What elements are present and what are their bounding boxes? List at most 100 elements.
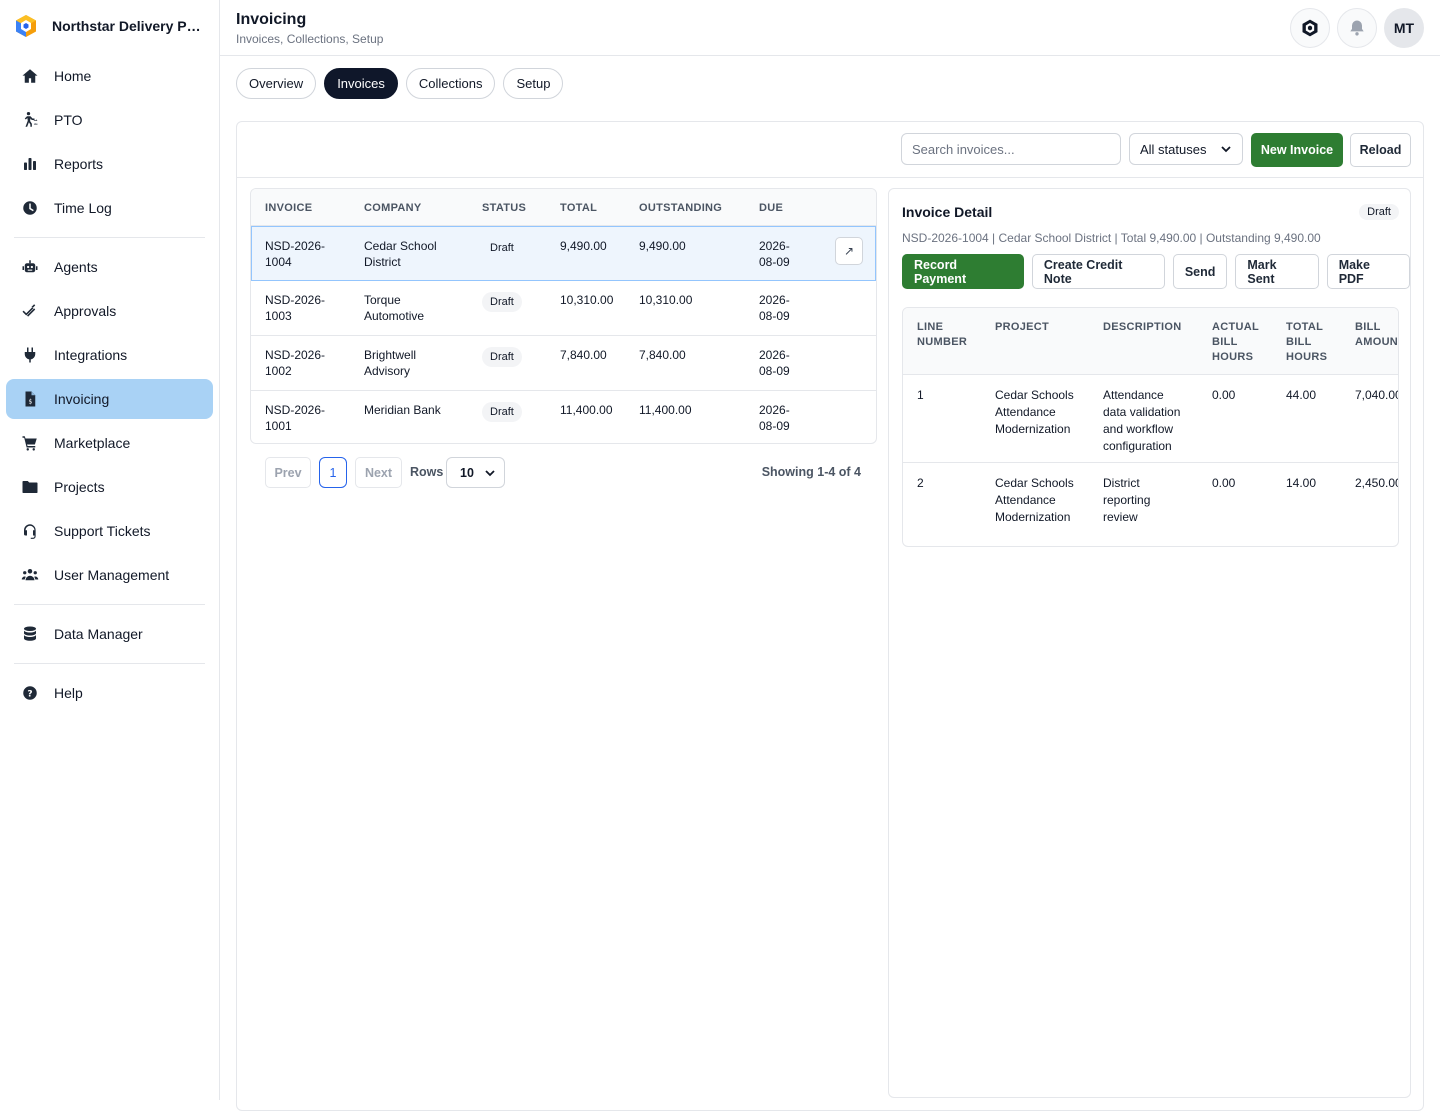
due-date: 08-09 — [759, 364, 790, 378]
project-name: Attendance — [995, 405, 1056, 419]
due-date: 2026- — [759, 348, 790, 362]
sidebar-item-approvals[interactable]: Approvals — [6, 291, 213, 331]
sidebar-item-label: Help — [54, 685, 83, 701]
sidebar-item-agents[interactable]: Agents — [6, 247, 213, 287]
due-date: 08-09 — [759, 255, 790, 269]
invoice-number: NSD-2026- — [265, 293, 326, 307]
tab-overview[interactable]: Overview — [236, 68, 317, 99]
home-icon — [20, 66, 40, 86]
reload-button[interactable]: Reload — [1350, 133, 1411, 167]
total-bill-hours: 14.00 — [1286, 476, 1317, 490]
invoice-number: 1002 — [265, 364, 292, 378]
column-header: DESCRIPTION — [1103, 321, 1182, 333]
table-row[interactable]: NSD-2026- 1001 Meridian Bank Draft 11,400… — [251, 391, 876, 443]
sidebar-item-data-manager[interactable]: Data Manager — [6, 614, 213, 654]
column-header: OUTSTANDING — [639, 202, 723, 214]
bill-amount: 7,040.00 — [1355, 388, 1399, 402]
status-badge: Draft — [482, 347, 522, 367]
nav-divider — [14, 237, 205, 238]
company-name: Advisory — [364, 364, 411, 378]
bell-icon — [1350, 20, 1364, 36]
due-date: 08-09 — [759, 419, 790, 433]
sidebar-item-help[interactable]: ? Help — [6, 673, 213, 713]
invoice-lines-table: LINE NUMBER PROJECT DESCRIPTION ACTUAL BIL… — [902, 307, 1399, 547]
notifications-button[interactable] — [1337, 8, 1377, 48]
tab-bar: Overview Invoices Collections Setup — [236, 68, 564, 99]
sidebar-item-integrations[interactable]: Integrations — [6, 335, 213, 375]
sidebar-item-projects[interactable]: Projects — [6, 467, 213, 507]
sidebar-item-home[interactable]: Home — [6, 56, 213, 96]
total-value: 10,310.00 — [560, 293, 614, 307]
svg-text:?: ? — [27, 689, 32, 699]
sidebar-item-user-management[interactable]: User Management — [6, 555, 213, 595]
sidebar-item-label: Home — [54, 68, 92, 84]
company-name: Cedar School — [364, 239, 437, 253]
create-credit-note-button[interactable]: Create Credit Note — [1031, 254, 1165, 289]
status-filter-select[interactable]: All statuses — [1129, 133, 1243, 165]
help-icon: ? — [20, 683, 40, 703]
table-row[interactable]: NSD-2026- 1002 Brightwell Advisory Draft 7… — [251, 336, 876, 391]
search-input[interactable] — [901, 133, 1121, 165]
table-row[interactable]: NSD-2026- 1003 Torque Automotive Draft 10,… — [251, 281, 876, 336]
new-invoice-button[interactable]: New Invoice — [1251, 133, 1343, 167]
outstanding-value: 11,400.00 — [639, 403, 692, 417]
invoice-number: 1001 — [265, 419, 292, 433]
cart-icon — [20, 433, 40, 453]
detail-meta: NSD-2026-1004 | Cedar School District | … — [902, 231, 1321, 245]
table-row[interactable]: 1 Cedar Schools Attendance Modernization A… — [903, 375, 1398, 463]
invoice-number: NSD-2026- — [265, 239, 326, 253]
total-value: 9,490.00 — [560, 239, 607, 253]
send-button[interactable]: Send — [1172, 254, 1228, 289]
sidebar-item-invoicing[interactable]: $ Invoicing — [6, 379, 213, 419]
total-bill-hours: 44.00 — [1286, 388, 1317, 402]
tab-collections[interactable]: Collections — [405, 68, 496, 99]
page-header: Invoicing Invoices, Collections, Setup M… — [220, 0, 1440, 56]
page-subtitle: Invoices, Collections, Setup — [236, 32, 384, 46]
line-description: and workflow — [1103, 422, 1174, 436]
detail-actions: Record Payment Create Credit Note Send M… — [902, 254, 1410, 289]
table-row[interactable]: 2 Cedar Schools Attendance Modernization D… — [903, 463, 1398, 546]
toolbar: All statuses New Invoice Reload — [237, 122, 1423, 178]
rows-per-page-select[interactable]: 10 — [446, 457, 505, 488]
table-row[interactable]: NSD-2026- 1004 Cedar School District Draft… — [251, 226, 876, 281]
due-date: 2026- — [759, 403, 790, 417]
sidebar-item-label: User Management — [54, 567, 170, 583]
total-value: 7,840.00 — [560, 348, 607, 362]
prev-page-button[interactable]: Prev — [265, 457, 311, 488]
avatar[interactable]: MT — [1384, 8, 1424, 48]
column-header: TOTAL BILL HOURS — [1286, 321, 1328, 363]
line-description: data validation — [1103, 405, 1181, 419]
tab-setup[interactable]: Setup — [503, 68, 564, 99]
company-name: Torque — [364, 293, 401, 307]
due-date: 2026- — [759, 239, 790, 253]
sidebar-item-label: Invoicing — [54, 391, 110, 407]
external-link-icon: ↗ — [843, 244, 855, 258]
make-pdf-button[interactable]: Make PDF — [1326, 254, 1410, 289]
record-payment-button[interactable]: Record Payment — [902, 254, 1024, 289]
sidebar-item-label: Support Tickets — [54, 523, 151, 539]
open-invoice-button[interactable]: ↗ — [835, 237, 863, 265]
sidebar-item-pto[interactable]: PTO — [6, 100, 213, 140]
sidebar-item-marketplace[interactable]: Marketplace — [6, 423, 213, 463]
status-badge: Draft — [490, 242, 514, 254]
invoice-number: 1003 — [265, 309, 292, 323]
brand[interactable]: Northstar Delivery Par... — [0, 0, 219, 52]
project-name: Modernization — [995, 510, 1071, 524]
column-header: BILL AMOUN — [1355, 321, 1399, 348]
sidebar-item-support-tickets[interactable]: Support Tickets — [6, 511, 213, 551]
current-page-button[interactable]: 1 — [319, 457, 347, 488]
mark-sent-button[interactable]: Mark Sent — [1235, 254, 1319, 289]
project-name: Attendance — [995, 493, 1056, 507]
sidebar-item-label: Data Manager — [54, 626, 143, 642]
next-page-button[interactable]: Next — [355, 457, 402, 488]
tab-invoices[interactable]: Invoices — [324, 68, 398, 99]
line-description: configuration — [1103, 439, 1172, 453]
sidebar-item-label: Projects — [54, 479, 105, 495]
table-header: INVOICE COMPANY STATUS TOTAL OUTSTANDING… — [251, 189, 876, 226]
sidebar-item-reports[interactable]: Reports — [6, 144, 213, 184]
company-name: Brightwell — [364, 348, 417, 362]
pagination: Prev 1 Next Rows 10 Showing 1-4 of 4 — [265, 457, 861, 489]
plug-icon — [20, 345, 40, 365]
app-logo-button[interactable] — [1290, 8, 1330, 48]
sidebar-item-time-log[interactable]: Time Log — [6, 188, 213, 228]
